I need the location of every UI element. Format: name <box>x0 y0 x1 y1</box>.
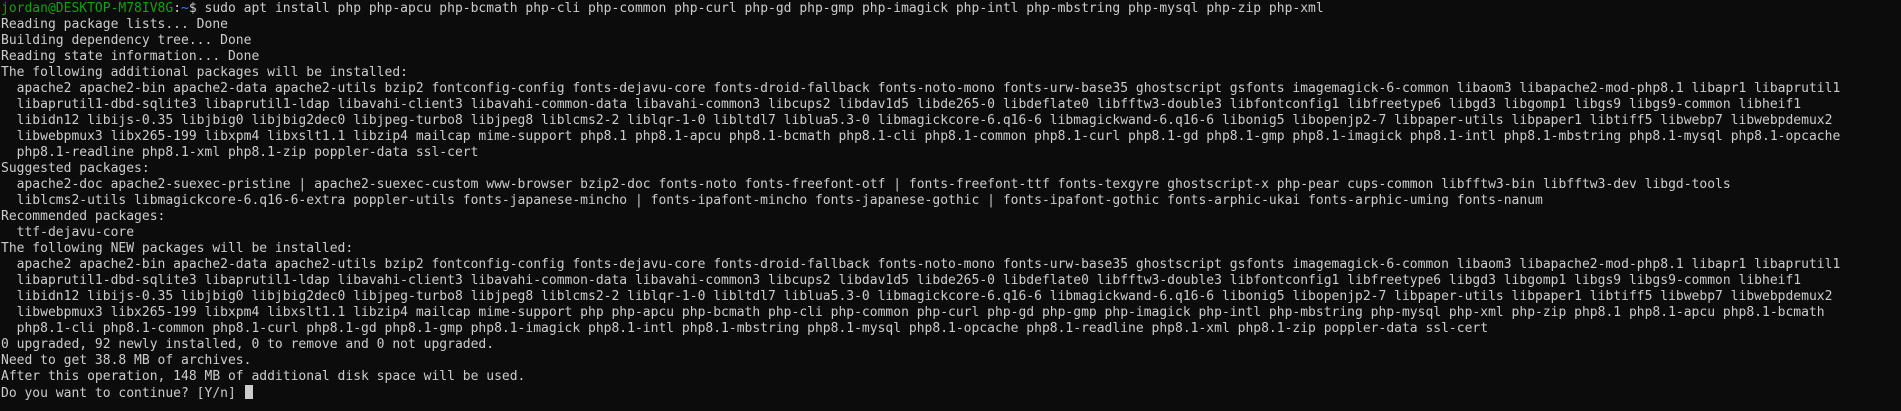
output-line: php8.1-readline php8.1-xml php8.1-zip po… <box>1 145 1901 161</box>
text-cursor <box>244 385 253 399</box>
output-line: apache2 apache2-bin apache2-data apache2… <box>1 81 1901 97</box>
output-line-text: Suggested packages: <box>1 161 150 176</box>
output-line: ttf-dejavu-core <box>1 225 1901 241</box>
output-line: Do you want to continue? [Y/n] <box>1 385 1901 401</box>
output-line: libwebpmux3 libx265-199 libxpm4 libxslt1… <box>1 305 1901 321</box>
output-line-text: apache2-doc apache2-suexec-pristine | ap… <box>1 177 1731 192</box>
output-line-text: libaprutil1-dbd-sqlite3 libaprutil1-ldap… <box>1 97 1802 112</box>
output-line-text: After this operation, 148 MB of addition… <box>1 369 526 384</box>
output-line-text: Building dependency tree... Done <box>1 33 252 48</box>
output-line-text: Reading package lists... Done <box>1 17 228 32</box>
command-text: sudo apt install php php-apcu php-bcmath… <box>204 1 1324 16</box>
terminal-window[interactable]: jordan@DESKTOP-M78IV8G:~$ sudo apt insta… <box>0 0 1901 411</box>
prompt-user-host: jordan@DESKTOP-M78IV8G <box>1 1 174 16</box>
prompt-path: ~ <box>181 1 189 16</box>
output-line: libidn12 libijs-0.35 libjbig0 libjbig2de… <box>1 289 1901 305</box>
output-line: Need to get 38.8 MB of archives. <box>1 353 1901 369</box>
output-line-text: php8.1-cli php8.1-common php8.1-curl php… <box>1 321 1489 336</box>
output-line: Building dependency tree... Done <box>1 33 1901 49</box>
output-line: libaprutil1-dbd-sqlite3 libaprutil1-ldap… <box>1 273 1901 289</box>
output-line: The following NEW packages will be insta… <box>1 241 1901 257</box>
output-line-text: apache2 apache2-bin apache2-data apache2… <box>1 257 1841 272</box>
output-line-text: libidn12 libijs-0.35 libjbig0 libjbig2de… <box>1 113 1833 128</box>
output-line-text: libidn12 libijs-0.35 libjbig0 libjbig2de… <box>1 289 1833 304</box>
output-line-text: Do you want to continue? [Y/n] <box>1 386 244 401</box>
output-line: libidn12 libijs-0.35 libjbig0 libjbig2de… <box>1 113 1901 129</box>
output-line-text: The following additional packages will b… <box>1 65 408 80</box>
output-line: php8.1-cli php8.1-common php8.1-curl php… <box>1 321 1901 337</box>
output-line-text: Reading state information... Done <box>1 49 260 64</box>
output-line-text: Need to get 38.8 MB of archives. <box>1 353 252 368</box>
output-line: Recommended packages: <box>1 209 1901 225</box>
output-line-text: php8.1-readline php8.1-xml php8.1-zip po… <box>1 145 479 160</box>
prompt-separator: : <box>173 1 182 16</box>
output-line: Suggested packages: <box>1 161 1901 177</box>
output-line: 0 upgraded, 92 newly installed, 0 to rem… <box>1 337 1901 353</box>
output-line-text: libwebpmux3 libx265-199 libxpm4 libxslt1… <box>1 305 1825 320</box>
terminal-output: Reading package lists... Done Building de… <box>1 17 1901 401</box>
output-line-text: ttf-dejavu-core <box>1 225 135 240</box>
output-line: libwebpmux3 libx265-199 libxpm4 libxslt1… <box>1 129 1901 145</box>
output-line-text: libaprutil1-dbd-sqlite3 libaprutil1-ldap… <box>1 273 1802 288</box>
output-line: libaprutil1-dbd-sqlite3 libaprutil1-ldap… <box>1 97 1901 113</box>
output-line-text: apache2 apache2-bin apache2-data apache2… <box>1 81 1841 96</box>
output-line: liblcms2-utils libmagickcore-6.q16-6-ext… <box>1 193 1901 209</box>
output-line: After this operation, 148 MB of addition… <box>1 369 1901 385</box>
output-line-text: Recommended packages: <box>1 209 166 224</box>
output-line: The following additional packages will b… <box>1 65 1901 81</box>
output-line-text: libwebpmux3 libx265-199 libxpm4 libxslt1… <box>1 129 1841 144</box>
command-prompt-line: jordan@DESKTOP-M78IV8G:~$ sudo apt insta… <box>1 1 1901 17</box>
output-line: apache2 apache2-bin apache2-data apache2… <box>1 257 1901 273</box>
output-line-text: liblcms2-utils libmagickcore-6.q16-6-ext… <box>1 193 1543 208</box>
output-line-text: 0 upgraded, 92 newly installed, 0 to rem… <box>1 337 495 352</box>
output-line-text: The following NEW packages will be insta… <box>1 241 354 256</box>
output-line: Reading state information... Done <box>1 49 1901 65</box>
prompt-symbol: $ <box>188 1 205 16</box>
output-line: apache2-doc apache2-suexec-pristine | ap… <box>1 177 1901 193</box>
output-line: Reading package lists... Done <box>1 17 1901 33</box>
